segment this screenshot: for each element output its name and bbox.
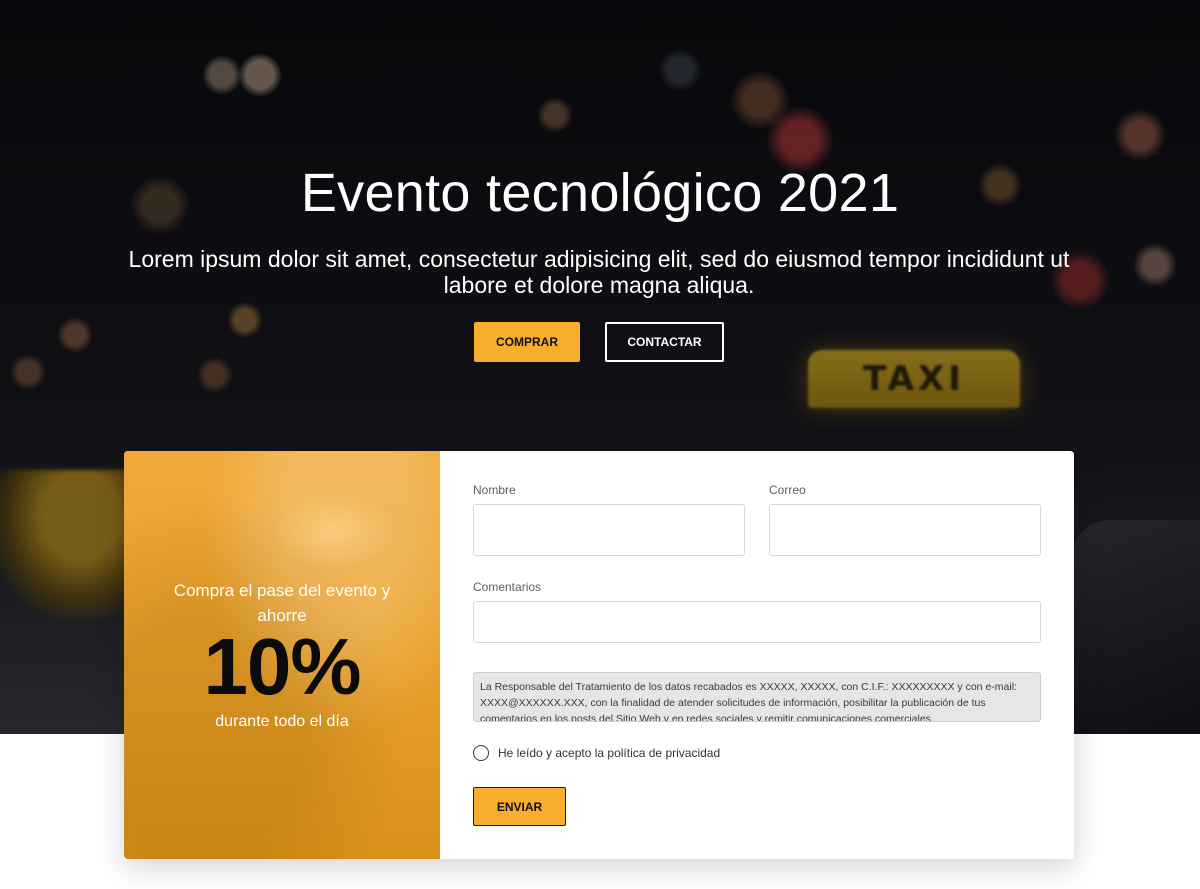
comments-label: Comentarios — [473, 580, 542, 594]
promo-background-image — [274, 491, 394, 571]
landing-page: TAXI Evento tecnológico 2021 Lorem ipsum… — [0, 0, 1200, 889]
buy-button[interactable]: COMPRAR — [474, 322, 580, 362]
contact-form: Nombre Correo Comentarios La Responsable… — [440, 451, 1074, 859]
hero-buttons: COMPRAR CONTACTAR — [474, 322, 724, 362]
name-field[interactable] — [473, 504, 745, 556]
email-field[interactable] — [769, 504, 1041, 556]
name-label: Nombre — [473, 483, 516, 497]
consent-label[interactable]: He leído y acepto la política de privaci… — [498, 746, 720, 760]
submit-button[interactable]: ENVIAR — [473, 787, 566, 826]
signup-card: Compra el pase del evento y ahorre 10% d… — [124, 451, 1074, 859]
privacy-consent: He leído y acepto la política de privaci… — [473, 745, 720, 761]
hero-subtitle: Lorem ipsum dolor sit amet, consectetur … — [128, 246, 1070, 298]
promo-panel: Compra el pase del evento y ahorre 10% d… — [124, 451, 440, 859]
contact-button[interactable]: CONTACTAR — [605, 322, 724, 362]
email-label: Correo — [769, 483, 806, 497]
comments-field[interactable] — [473, 601, 1041, 643]
promo-subtext: durante todo el día — [215, 713, 349, 730]
discount-value: 10% — [203, 622, 361, 711]
privacy-notice[interactable]: La Responsable del Tratamiento de los da… — [473, 672, 1041, 722]
consent-radio[interactable] — [473, 745, 489, 761]
hero-title: Evento tecnológico 2021 — [300, 163, 900, 223]
